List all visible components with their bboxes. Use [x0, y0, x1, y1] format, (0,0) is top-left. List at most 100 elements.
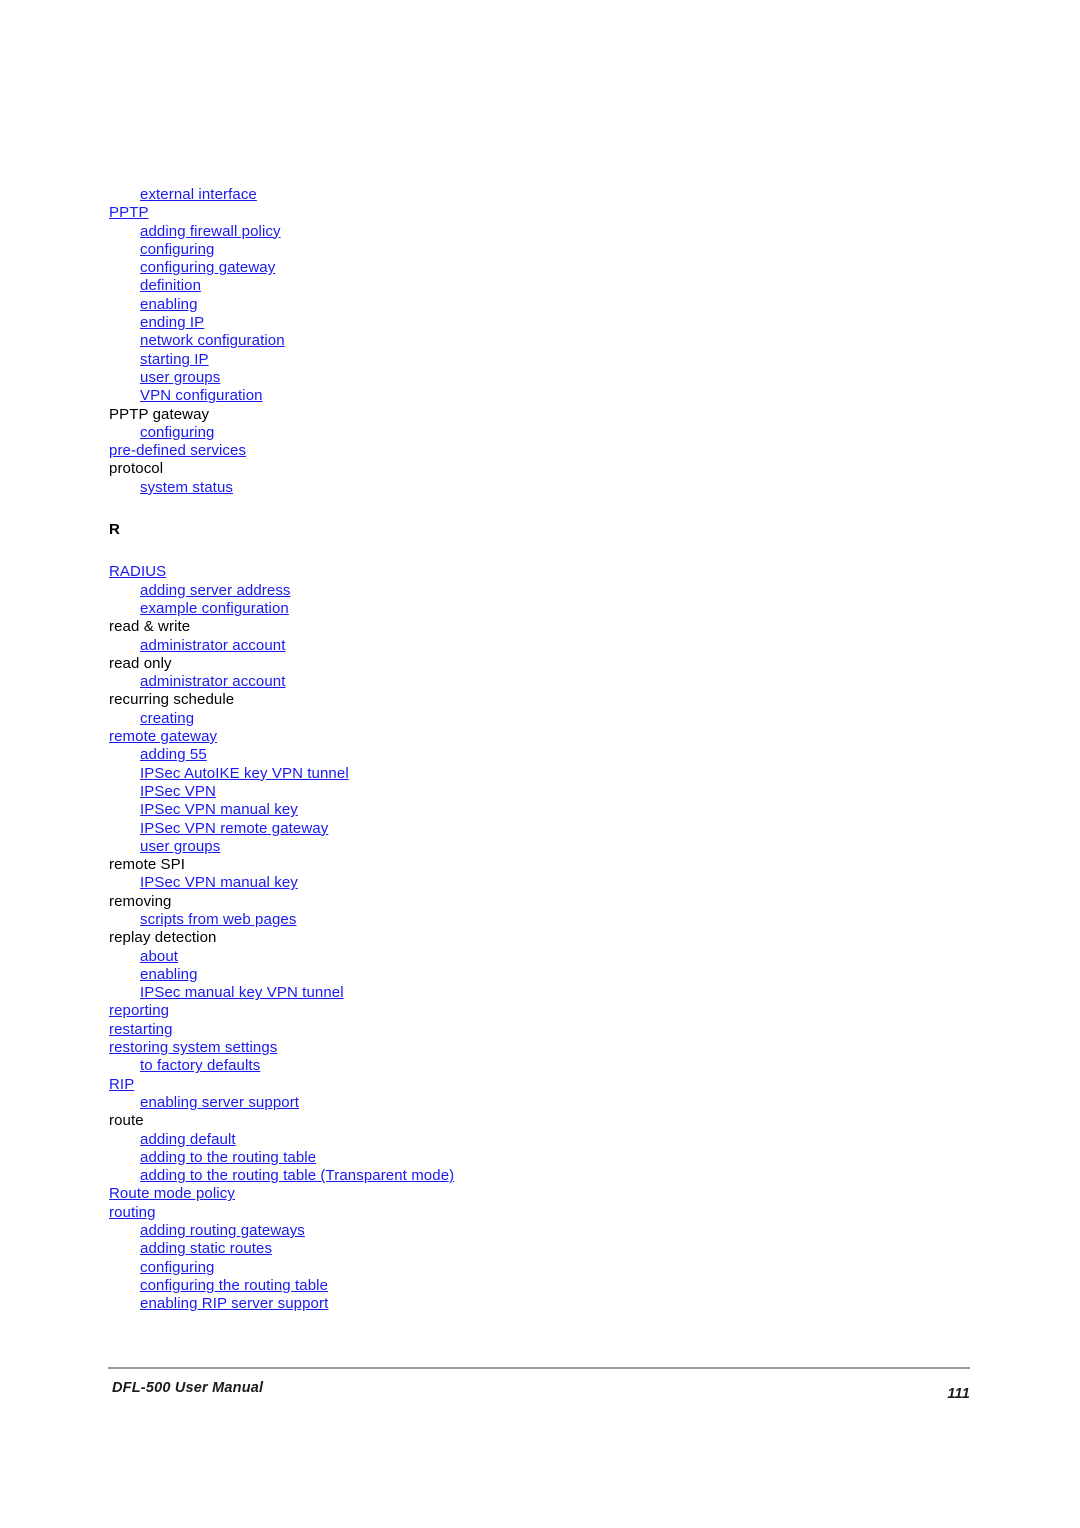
index-entry-label: read & write: [109, 618, 191, 636]
index-link-entry[interactable]: restoring system settings: [109, 1039, 869, 1057]
index-link-entry[interactable]: enabling RIP server support: [109, 1295, 869, 1313]
index-link-entry[interactable]: IPSec AutoIKE key VPN tunnel: [109, 765, 869, 783]
index-entry-label: user groups: [140, 837, 221, 855]
index-entry-label: restoring system settings: [109, 1039, 278, 1057]
index-entry-label: user groups: [140, 368, 221, 386]
index-group-p: external interface PPTP adding firewall po…: [109, 186, 869, 497]
index-link-entry[interactable]: ending IP: [109, 314, 869, 332]
index-entry-label: configuring: [140, 423, 215, 441]
index-entry-label: configuring: [140, 240, 215, 258]
footer-page-number: 111: [947, 1386, 970, 1402]
index-link-entry[interactable]: definition: [109, 277, 869, 295]
index-link-entry[interactable]: RADIUS: [109, 563, 869, 581]
index-entry-label: configuring gateway: [140, 259, 276, 277]
index-link-entry[interactable]: scripts from web pages: [109, 911, 869, 929]
index-link-entry[interactable]: enabling server support: [109, 1094, 869, 1112]
footer-document-title: DFL-500 User Manual: [112, 1380, 264, 1396]
index-entry-label: remote gateway: [109, 728, 218, 746]
index-link-entry[interactable]: about: [109, 948, 869, 966]
index-entry-label: about: [140, 947, 179, 965]
index-link-entry[interactable]: enabling: [109, 966, 869, 984]
index-entry-label: network configuration: [140, 332, 285, 350]
index-link-entry[interactable]: remote gateway: [109, 728, 869, 746]
index-entry-label: PPTP: [109, 204, 149, 222]
index-link-entry[interactable]: IPSec VPN manual key: [109, 801, 869, 819]
index-entry-label: example configuration: [140, 599, 289, 617]
index-entry-label: definition: [140, 277, 202, 295]
index-link-entry[interactable]: reporting: [109, 1002, 869, 1020]
index-link-entry[interactable]: example configuration: [109, 600, 869, 618]
index-entry-label: replay detection: [109, 929, 217, 947]
index-link-entry[interactable]: IPSec VPN remote gateway: [109, 820, 869, 838]
index-entry-label: adding default: [140, 1130, 236, 1148]
index-entry-label: creating: [140, 709, 195, 727]
index-link-entry[interactable]: starting IP: [109, 351, 869, 369]
index-text-entry: recurring schedule: [109, 691, 869, 709]
index-entry-label: routing: [109, 1203, 156, 1221]
index-entry-label: PPTP gateway: [109, 405, 210, 423]
index-text-entry: read & write: [109, 618, 869, 636]
index-text-entry: replay detection: [109, 929, 869, 947]
index-link-entry[interactable]: configuring: [109, 241, 869, 259]
index-text-entry: remote SPI: [109, 856, 869, 874]
index-link-entry[interactable]: to factory defaults: [109, 1057, 869, 1075]
index-entry-label: external interface: [140, 186, 257, 203]
index-text-entry: removing: [109, 893, 869, 911]
index-link-entry[interactable]: routing: [109, 1204, 869, 1222]
index-text-entry: read only: [109, 655, 869, 673]
index-link-entry[interactable]: restarting: [109, 1021, 869, 1039]
index-section-heading-r: R: [109, 521, 120, 539]
index-link-entry[interactable]: administrator account: [109, 637, 869, 655]
index-link-entry[interactable]: adding to the routing table: [109, 1149, 869, 1167]
index-entry-label: IPSec VPN manual key: [140, 801, 298, 819]
index-link-entry[interactable]: adding static routes: [109, 1240, 869, 1258]
footer-divider: [108, 1367, 970, 1369]
index-link-entry[interactable]: enabling: [109, 296, 869, 314]
index-link-entry[interactable]: creating: [109, 710, 869, 728]
index-link-entry[interactable]: configuring: [109, 1259, 869, 1277]
index-link-entry[interactable]: adding routing gateways: [109, 1222, 869, 1240]
index-link-entry[interactable]: network configuration: [109, 332, 869, 350]
index-entry-label: to factory defaults: [140, 1057, 261, 1075]
index-entry-label: adding to the routing table (Transparent…: [140, 1167, 455, 1185]
index-link-entry[interactable]: IPSec VPN: [109, 783, 869, 801]
index-link-entry[interactable]: configuring the routing table: [109, 1277, 869, 1295]
index-entry-label: remote SPI: [109, 856, 186, 874]
index-link-entry[interactable]: Route mode policy: [109, 1185, 869, 1203]
index-link-entry[interactable]: adding server address: [109, 582, 869, 600]
index-link-entry[interactable]: IPSec VPN manual key: [109, 874, 869, 892]
index-link-entry[interactable]: administrator account: [109, 673, 869, 691]
index-link-entry[interactable]: pre-defined services: [109, 442, 869, 460]
index-entry-label: configuring: [140, 1258, 215, 1276]
index-entry-label: adding routing gateways: [140, 1222, 305, 1240]
index-entry-label: IPSec VPN: [140, 782, 216, 800]
index-link-entry[interactable]: user groups: [109, 369, 869, 387]
index-entry-label: starting IP: [140, 350, 209, 368]
index-entry-label: administrator account: [140, 673, 286, 691]
index-link-entry[interactable]: user groups: [109, 838, 869, 856]
index-link-entry[interactable]: external interface: [109, 186, 869, 204]
index-link-entry[interactable]: system status: [109, 479, 869, 497]
index-link-entry[interactable]: VPN configuration: [109, 387, 869, 405]
index-link-entry[interactable]: IPSec manual key VPN tunnel: [109, 984, 869, 1002]
index-entry-label: configuring the routing table: [140, 1276, 329, 1294]
index-link-entry[interactable]: adding 55: [109, 746, 869, 764]
index-link-entry[interactable]: configuring: [109, 424, 869, 442]
index-link-entry[interactable]: RIP: [109, 1076, 869, 1094]
document-page: external interface PPTP adding firewall po…: [0, 0, 1080, 1528]
index-link-entry[interactable]: adding to the routing table (Transparent…: [109, 1167, 869, 1185]
index-entry-label: pre-defined services: [109, 442, 247, 460]
index-entry-label: IPSec manual key VPN tunnel: [140, 984, 344, 1002]
index-link-entry[interactable]: configuring gateway: [109, 259, 869, 277]
index-entry-label: reporting: [109, 1002, 170, 1020]
index-entry-label: recurring schedule: [109, 691, 235, 709]
index-entry-label: adding static routes: [140, 1240, 273, 1258]
index-entry-label: adding firewall policy: [140, 222, 281, 240]
index-entry-label: IPSec AutoIKE key VPN tunnel: [140, 764, 349, 782]
index-link-entry[interactable]: adding firewall policy: [109, 223, 869, 241]
index-entry-label: RADIUS: [109, 563, 167, 581]
index-entry-label: adding 55: [140, 746, 207, 764]
index-link-entry[interactable]: adding default: [109, 1131, 869, 1149]
index-entry-label: ending IP: [140, 314, 205, 332]
index-link-entry[interactable]: PPTP: [109, 204, 869, 222]
